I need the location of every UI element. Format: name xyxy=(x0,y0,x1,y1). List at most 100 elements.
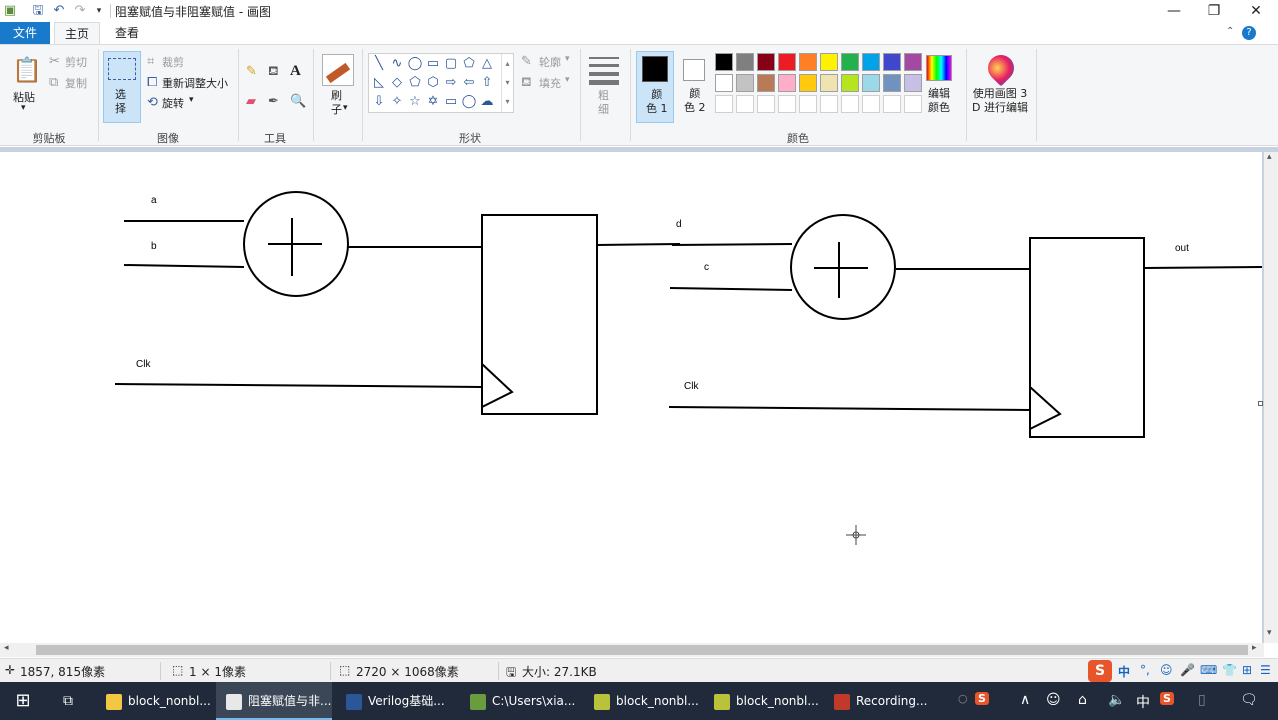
tab-file[interactable]: 文件 xyxy=(0,22,50,44)
palette-swatch[interactable] xyxy=(715,53,733,71)
palette-swatch[interactable] xyxy=(820,53,838,71)
magnifier-icon[interactable]: 🔍 xyxy=(290,95,306,109)
ime-emoji-icon[interactable]: ☺ xyxy=(1160,663,1173,677)
copy-button[interactable]: 复制 xyxy=(65,75,87,91)
undo-icon[interactable]: ↶ xyxy=(51,3,67,19)
color-picker-icon[interactable]: ✒ xyxy=(268,95,279,109)
tray-show-hidden-icon[interactable]: ∧ xyxy=(1020,692,1030,708)
ime-toolbox-icon[interactable]: ⊞ xyxy=(1242,663,1252,677)
restore-button[interactable]: ❐ xyxy=(1194,0,1234,22)
color2-button[interactable]: 颜 色 2 xyxy=(678,51,712,123)
taskbar-app[interactable]: block_nonbl... xyxy=(96,682,212,720)
ime-menu-icon[interactable]: ☰ xyxy=(1260,663,1271,677)
start-button[interactable]: ⊞ xyxy=(0,682,46,720)
vertical-scrollbar[interactable]: ▴ ▾ xyxy=(1264,152,1278,643)
custom-color-slot[interactable] xyxy=(715,95,733,113)
tray-ime-indicator[interactable]: 中 xyxy=(1136,692,1150,712)
scroll-down-icon[interactable]: ▾ xyxy=(1267,628,1272,638)
ime-chinese-mode-icon[interactable]: 中 xyxy=(1118,663,1130,680)
tray-clock-obscured[interactable]: ▯ xyxy=(1198,692,1206,708)
palette-swatch[interactable] xyxy=(799,74,817,92)
tray-volume-icon[interactable]: 🔈 xyxy=(1108,692,1125,708)
sogou-ime-icon[interactable]: S xyxy=(1088,660,1112,682)
palette-swatch[interactable] xyxy=(862,74,880,92)
redo-icon[interactable]: ↷ xyxy=(72,3,88,19)
palette-swatch[interactable] xyxy=(862,53,880,71)
tray-qq-icon[interactable]: ☺ xyxy=(1046,692,1061,708)
custom-color-slot[interactable] xyxy=(820,95,838,113)
palette-swatch[interactable] xyxy=(820,74,838,92)
palette-swatch[interactable] xyxy=(736,74,754,92)
custom-color-slot[interactable] xyxy=(736,95,754,113)
canvas-resize-handle[interactable] xyxy=(1258,401,1263,406)
taskbar-app[interactable]: 阻塞赋值与非... xyxy=(216,682,332,720)
scroll-right-icon[interactable]: ▸ xyxy=(1252,643,1257,653)
paste-icon[interactable]: 📋 xyxy=(12,55,42,85)
size-label[interactable]: 粗 细 xyxy=(598,89,609,117)
taskbar-app[interactable]: Verilog基础... xyxy=(336,682,452,720)
pencil-icon[interactable]: ✎ xyxy=(246,65,257,79)
scroll-left-icon[interactable]: ◂ xyxy=(4,643,9,653)
rectangle-shape-icon[interactable]: ▭ xyxy=(425,56,441,72)
customize-quick-access-icon[interactable]: ▾ xyxy=(91,3,107,19)
custom-color-slot[interactable] xyxy=(778,95,796,113)
cloud-callout-shape-icon[interactable]: ☁ xyxy=(479,94,495,110)
up-arrow-shape-icon[interactable]: ⇧ xyxy=(479,75,495,91)
six-point-star-shape-icon[interactable]: ✡ xyxy=(425,94,441,110)
tray-app-icon[interactable]: ○ xyxy=(958,692,968,705)
palette-swatch[interactable] xyxy=(841,74,859,92)
horizontal-scroll-thumb[interactable] xyxy=(36,645,1248,655)
right-arrow-shape-icon[interactable]: ⇨ xyxy=(443,75,459,91)
palette-swatch[interactable] xyxy=(904,74,922,92)
color1-button[interactable]: 颜 色 1 xyxy=(636,51,674,123)
save-icon[interactable]: 🖫 xyxy=(30,3,46,19)
four-point-star-shape-icon[interactable]: ✧ xyxy=(389,94,405,110)
down-arrow-shape-icon[interactable]: ⇩ xyxy=(371,94,387,110)
text-tool-icon[interactable]: A xyxy=(290,64,301,79)
hexagon-shape-icon[interactable]: ⬡ xyxy=(425,75,441,91)
palette-swatch[interactable] xyxy=(799,53,817,71)
palette-swatch[interactable] xyxy=(715,74,733,92)
paint3d-label[interactable]: 使用画图 3 D 进行编辑 xyxy=(972,87,1028,115)
resize-button[interactable]: 重新调整大小 xyxy=(162,75,228,91)
brush-icon[interactable] xyxy=(322,54,354,86)
horizontal-scrollbar[interactable]: ◂ ▸ xyxy=(0,643,1264,657)
oval-callout-shape-icon[interactable]: ◯ xyxy=(461,94,477,110)
outline-button[interactable]: 轮廓 xyxy=(539,54,561,70)
brushes-dropdown-icon[interactable]: ▾ xyxy=(343,103,348,113)
close-button[interactable]: ✕ xyxy=(1236,0,1276,22)
tab-view[interactable]: 查看 xyxy=(104,22,150,44)
brushes-label[interactable]: 刷 子 xyxy=(331,89,342,117)
paint3d-icon[interactable] xyxy=(982,49,1020,87)
ime-keyboard-icon[interactable]: ⌨ xyxy=(1200,663,1217,677)
drawing-canvas[interactable]: a b Clk d c Clk out xyxy=(0,152,1263,643)
help-icon[interactable]: ? xyxy=(1242,26,1256,40)
pentagon-shape-icon[interactable]: ⬠ xyxy=(407,75,423,91)
ime-skin-icon[interactable]: 👕 xyxy=(1222,663,1237,677)
oval-shape-icon[interactable]: ◯ xyxy=(407,56,423,72)
tray-network-icon[interactable]: ⌂ xyxy=(1078,692,1087,708)
taskbar-app[interactable]: C:\Users\xia... xyxy=(460,682,576,720)
polygon-shape-icon[interactable]: ⬠ xyxy=(461,56,477,72)
custom-color-slot[interactable] xyxy=(841,95,859,113)
palette-swatch[interactable] xyxy=(841,53,859,71)
palette-swatch[interactable] xyxy=(757,74,775,92)
taskbar-app[interactable]: block_nonbl... xyxy=(704,682,820,720)
tray-sogou-icon[interactable]: S xyxy=(975,692,989,705)
palette-swatch[interactable] xyxy=(904,53,922,71)
custom-color-slot[interactable] xyxy=(883,95,901,113)
cut-button[interactable]: 剪切 xyxy=(65,54,87,70)
eraser-icon[interactable]: ▰ xyxy=(246,95,256,109)
paste-dropdown-icon[interactable]: ▾ xyxy=(21,103,26,113)
fill-button[interactable]: 填充 xyxy=(539,75,561,91)
fill-bucket-icon[interactable]: ⛾ xyxy=(268,65,279,79)
rotate-button[interactable]: 旋转 xyxy=(162,95,184,111)
left-arrow-shape-icon[interactable]: ⇦ xyxy=(461,75,477,91)
scroll-up-icon[interactable]: ▴ xyxy=(1267,152,1272,162)
palette-swatch[interactable] xyxy=(883,74,901,92)
triangle-shape-icon[interactable]: △ xyxy=(479,56,495,72)
curve-shape-icon[interactable]: ∿ xyxy=(389,56,405,72)
custom-color-slot[interactable] xyxy=(862,95,880,113)
collapse-ribbon-icon[interactable]: ⌃ xyxy=(1226,26,1234,37)
rect-callout-shape-icon[interactable]: ▭ xyxy=(443,94,459,110)
